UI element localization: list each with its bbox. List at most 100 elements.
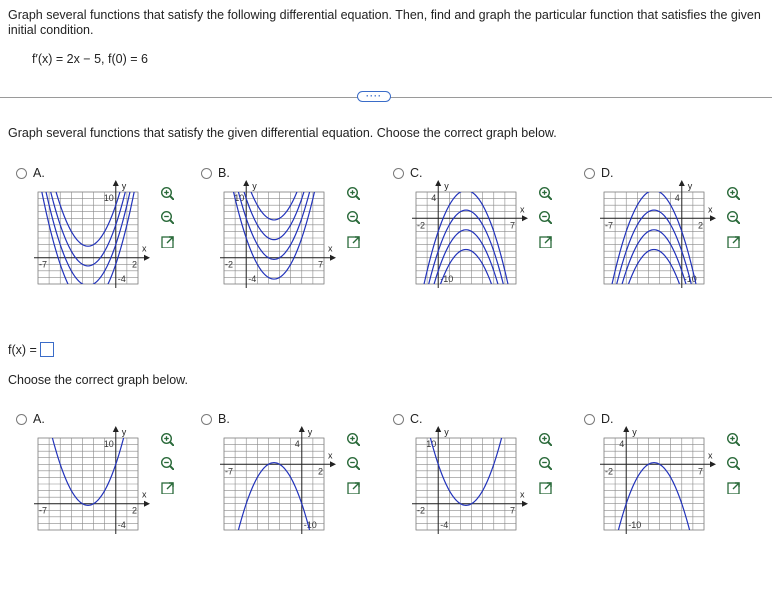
zoom-in-icon[interactable]: [726, 432, 740, 446]
tick-label-ymax: 10: [104, 193, 114, 203]
y-axis-arrow: [112, 426, 119, 432]
x-axis-label: x: [520, 490, 525, 500]
set2-c-graph: yx-2 710-4: [412, 426, 528, 534]
zoom-out-icon[interactable]: [160, 456, 174, 470]
tick-label-ymin: -4: [440, 520, 448, 530]
zoom-out-icon[interactable]: [346, 456, 360, 470]
zoom-out-icon[interactable]: [160, 210, 174, 224]
y-axis-label: y: [308, 427, 313, 437]
fx-answer-input[interactable]: [39, 342, 54, 357]
tick-label-ymax: 10: [104, 439, 114, 449]
set2-b-graph: y x -7 2 4 -10: [220, 426, 336, 534]
set2-a-graph: y x -7 2 10 -4: [34, 426, 150, 534]
zoom-in-icon[interactable]: [160, 432, 174, 446]
tick-label-xmax: 7: [318, 260, 323, 270]
zoom-out-icon[interactable]: [538, 210, 552, 224]
popout-icon[interactable]: [160, 480, 174, 494]
instructions-text: Graph several functions that satisfy the…: [8, 8, 761, 37]
x-axis-arrow: [330, 254, 336, 261]
more-button[interactable]: ····: [357, 91, 391, 102]
y-axis-label: y: [632, 427, 637, 437]
y-axis-arrow: [435, 180, 442, 186]
set1-d-graph: yx-7 24-10: [600, 180, 716, 288]
zoom-in-icon[interactable]: [726, 186, 740, 200]
x-axis-label: x: [142, 490, 147, 500]
tick-label-xmin: -2: [417, 506, 425, 516]
y-axis-arrow: [112, 180, 119, 186]
y-axis-label: y: [444, 181, 449, 191]
y-axis-label: y: [688, 181, 693, 191]
y-axis-arrow: [435, 426, 442, 432]
tick-label-xmax: 2: [132, 260, 137, 270]
zoom-in-icon[interactable]: [346, 186, 360, 200]
x-axis-arrow: [710, 461, 716, 468]
x-axis-label: x: [708, 204, 713, 214]
set1-c-graph: yx-2 74-10: [412, 180, 528, 288]
zoom-in-icon[interactable]: [538, 432, 552, 446]
zoom-out-icon[interactable]: [726, 210, 740, 224]
zoom-out-icon[interactable]: [726, 456, 740, 470]
popout-icon[interactable]: [346, 234, 360, 248]
y-axis-label: y: [122, 427, 127, 437]
popout-icon[interactable]: [346, 480, 360, 494]
tick-label-ymin: -4: [118, 274, 126, 284]
y-axis-label: y: [122, 181, 127, 191]
x-axis-arrow: [144, 500, 150, 507]
popout-icon[interactable]: [538, 480, 552, 494]
popout-icon[interactable]: [160, 234, 174, 248]
differential-equation: f′(x) = 2x − 5, f(0) = 6: [32, 52, 148, 66]
x-axis-arrow: [330, 461, 336, 468]
x-axis-arrow: [522, 215, 528, 222]
x-axis-arrow: [144, 254, 150, 261]
tick-label-xmin: -7: [39, 506, 47, 516]
x-axis-label: x: [520, 204, 525, 214]
tick-label-xmax: 7: [698, 466, 703, 476]
question-2-text: Choose the correct graph below.: [8, 373, 188, 387]
popout-icon[interactable]: [726, 234, 740, 248]
y-axis-arrow: [243, 180, 250, 186]
tick-label-xmin: -7: [39, 260, 47, 270]
tick-label-xmin: -2: [225, 260, 233, 270]
zoom-out-icon[interactable]: [346, 210, 360, 224]
x-axis-arrow: [522, 500, 528, 507]
question-1-text: Graph several functions that satisfy the…: [8, 126, 557, 140]
tick-label-xmax: 2: [132, 506, 137, 516]
y-axis-label: y: [252, 181, 257, 191]
tick-label-xmin: -2: [417, 220, 425, 230]
x-axis-arrow: [710, 215, 716, 222]
tick-label-ymin: -4: [248, 274, 256, 284]
tick-label-ymin: -10: [304, 520, 317, 530]
x-axis-label: x: [328, 450, 333, 460]
x-axis-label: x: [708, 450, 713, 460]
popout-icon[interactable]: [538, 234, 552, 248]
y-axis-arrow: [678, 180, 685, 186]
tick-label-ymax: 4: [431, 193, 436, 203]
y-axis-arrow: [623, 426, 630, 432]
tick-label-ymax: 4: [619, 439, 624, 449]
tick-label-xmax: 7: [510, 506, 515, 516]
fx-answer-row: f(x) =: [8, 342, 54, 357]
set1-a-graph: y x -7 2 10 -4: [34, 180, 150, 288]
popout-icon[interactable]: [726, 480, 740, 494]
tick-label-ymax: 4: [295, 439, 300, 449]
fx-label: f(x) =: [8, 342, 37, 357]
tick-label-xmin: -7: [225, 466, 233, 476]
tick-label-xmin: -7: [605, 220, 613, 230]
zoom-out-icon[interactable]: [538, 456, 552, 470]
y-axis-label: y: [444, 427, 449, 437]
tick-label-xmin: -2: [605, 466, 613, 476]
x-axis-label: x: [142, 244, 147, 254]
tick-label-xmax: 2: [318, 466, 323, 476]
tick-label-xmax: 2: [698, 220, 703, 230]
zoom-in-icon[interactable]: [160, 186, 174, 200]
zoom-in-icon[interactable]: [346, 432, 360, 446]
tick-label-ymin: -10: [628, 520, 641, 530]
set2-d-graph: y x -2 7 4 -10: [600, 426, 716, 534]
tick-label-ymax: 4: [675, 193, 680, 203]
tick-label-ymin: -4: [118, 520, 126, 530]
tick-label-xmax: 7: [510, 220, 515, 230]
set1-b-graph: yx-2 710-4: [220, 180, 336, 288]
zoom-in-icon[interactable]: [538, 186, 552, 200]
x-axis-label: x: [328, 244, 333, 254]
y-axis-arrow: [298, 426, 305, 432]
